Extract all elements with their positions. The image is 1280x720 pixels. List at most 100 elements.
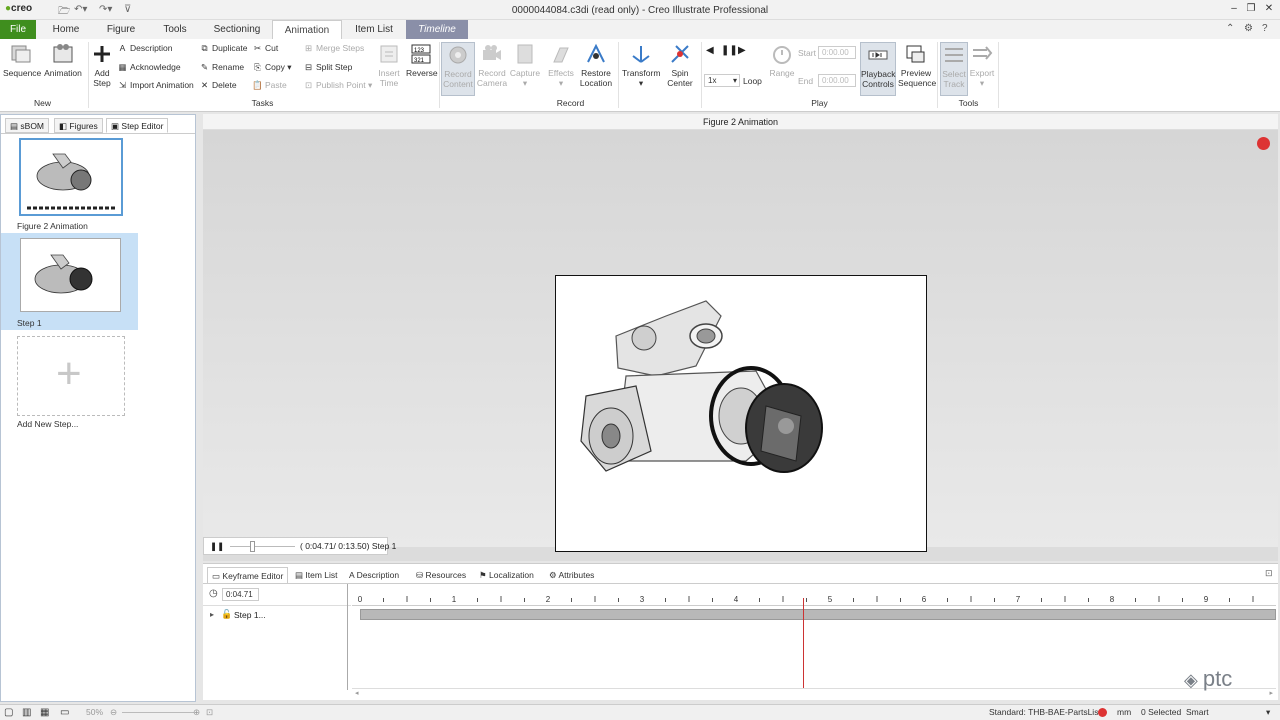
export-icon xyxy=(973,46,993,60)
playback-controls-button[interactable]: Playback Controls xyxy=(860,42,896,96)
time-ruler[interactable]: 0 1 2 3 4 5 6 7 8 9 xyxy=(352,584,1276,606)
tab-description[interactable]: A Description xyxy=(345,567,403,583)
add-step-button[interactable]: Add Step xyxy=(90,42,114,94)
selection-mode-dropdown-icon[interactable]: ▾ xyxy=(1266,705,1270,720)
paste-button[interactable]: 📋 Paste xyxy=(252,79,287,92)
fit-icon[interactable]: ⊡ xyxy=(206,705,213,720)
figure-preview-image xyxy=(27,153,115,210)
step-back-icon[interactable]: ◀ xyxy=(706,45,714,56)
preview-sequence-button[interactable]: Preview Sequence xyxy=(898,42,936,94)
layout-full-icon[interactable]: ▭ xyxy=(60,705,69,720)
rename-button[interactable]: ✎ Rename xyxy=(199,61,244,74)
tab-item-list-panel[interactable]: ▤ Item List xyxy=(291,567,342,583)
transform-button[interactable]: Transform ▾ xyxy=(622,42,660,94)
separator xyxy=(618,42,619,108)
speed-select[interactable]: 1x ▾ xyxy=(704,74,740,87)
delete-button[interactable]: ✕ Delete xyxy=(199,79,237,92)
publish-point-button[interactable]: ⊡ Publish Point ▾ xyxy=(303,79,372,92)
tab-sbom[interactable]: ▤ sBOM xyxy=(5,118,50,133)
effects-button[interactable]: Effects ▾ xyxy=(545,42,577,94)
acknowledge-icon: ▦ xyxy=(118,62,127,72)
loop-toggle[interactable]: Loop xyxy=(743,75,762,88)
standard-label[interactable]: Standard: THB-BAE-PartsList xyxy=(989,705,1101,720)
step-forward-icon[interactable]: ▶ xyxy=(738,45,746,56)
import-animation-button[interactable]: ⇲ Import Animation xyxy=(117,79,194,92)
tab-resources[interactable]: ⛁ Resources xyxy=(412,567,470,583)
restore-location-button[interactable]: Restore Location xyxy=(578,42,614,94)
sequence-button[interactable]: Sequence xyxy=(3,42,41,94)
ruler-tick-label: 8 xyxy=(1110,595,1115,604)
tab-keyframe-editor[interactable]: ▭ Keyframe Editor xyxy=(207,567,289,583)
record-content-button[interactable]: Record Content xyxy=(441,42,475,96)
end-time-input[interactable]: 0:00.00 xyxy=(818,74,856,87)
animation-button[interactable]: Animation xyxy=(42,42,84,94)
figure-thumbnail-item[interactable]: Figure 2 Animation xyxy=(17,136,125,234)
restore-icon[interactable]: ❐ xyxy=(1244,3,1258,14)
tab-attributes[interactable]: ⚙ Attributes xyxy=(545,567,598,583)
insert-time-button[interactable]: Insert Time xyxy=(374,42,404,94)
slider-thumb[interactable] xyxy=(250,541,255,552)
step-track-bar[interactable] xyxy=(360,609,1276,620)
export-button[interactable]: Export ▾ xyxy=(968,42,996,94)
duplicate-button[interactable]: ⧉ Duplicate xyxy=(199,42,247,55)
capture-button[interactable]: Capture ▾ xyxy=(509,42,541,94)
close-icon[interactable]: ✕ xyxy=(1262,3,1276,14)
start-time-input[interactable]: 0:00.00 xyxy=(818,46,856,59)
layout-split-icon[interactable]: ▥ xyxy=(22,705,31,720)
split-step-button[interactable]: ⊟ Split Step xyxy=(303,61,352,74)
zoom-slider[interactable] xyxy=(122,712,194,713)
playback-slider[interactable] xyxy=(230,546,295,547)
playback-controls-icon xyxy=(868,50,888,60)
tab-localization[interactable]: ⚑ Localization xyxy=(475,567,538,583)
restore-location-icon xyxy=(587,43,605,63)
selection-mode[interactable]: Smart xyxy=(1186,705,1209,720)
horizontal-scrollbar[interactable]: ◂ ▸ xyxy=(352,688,1276,698)
range-button[interactable]: Range xyxy=(768,42,796,94)
tab-animation[interactable]: Animation xyxy=(272,20,342,39)
record-camera-button[interactable]: Record Camera xyxy=(476,42,508,94)
lock-icon[interactable]: 🔓 xyxy=(221,609,232,620)
time-cursor[interactable] xyxy=(803,598,804,688)
cut-button[interactable]: ✂ Cut xyxy=(252,42,278,55)
acknowledge-button[interactable]: ▦ Acknowledge xyxy=(117,61,180,74)
tab-figures[interactable]: ◧ Figures xyxy=(54,118,103,133)
zoom-out-icon[interactable]: ⊖ xyxy=(110,705,117,720)
tab-timeline[interactable]: Timeline xyxy=(406,20,468,39)
maximize-panel-icon[interactable]: ⊡ xyxy=(1265,568,1273,579)
capture-label: Capture xyxy=(509,68,541,78)
reverse-button[interactable]: 123 321 Reverse xyxy=(406,42,438,94)
figure-sheet[interactable] xyxy=(555,275,927,552)
layout-single-icon[interactable]: ▢ xyxy=(4,705,13,720)
step-1-item[interactable]: Step 1 xyxy=(1,233,138,330)
settings-icon[interactable]: ⚙ xyxy=(1244,23,1253,34)
group-record-label: Record xyxy=(556,98,585,108)
range-label: Range xyxy=(769,68,795,78)
selection-count: 0 Selected xyxy=(1141,707,1182,717)
current-time-input[interactable]: 0:04.71 xyxy=(222,588,259,601)
add-new-step-item[interactable]: + Add New Step... xyxy=(17,333,125,433)
clock-icon: ◷ xyxy=(209,588,218,599)
expand-icon[interactable]: ▸ xyxy=(210,610,214,619)
copy-button[interactable]: ⎘ Copy ▾ xyxy=(252,61,291,74)
spin-center-button[interactable]: Spin Center xyxy=(663,42,697,94)
track-divider[interactable] xyxy=(347,584,348,690)
pause-button[interactable]: ❚❚ xyxy=(210,538,224,554)
minimize-icon[interactable]: – xyxy=(1227,3,1241,14)
help-icon[interactable]: ? xyxy=(1262,23,1268,34)
zoom-in-icon[interactable]: ⊕ xyxy=(193,705,200,720)
layout-quad-icon[interactable]: ▦ xyxy=(40,705,49,720)
units-label[interactable]: mm xyxy=(1117,705,1131,720)
tab-figure[interactable]: Figure xyxy=(100,20,142,39)
tab-tools[interactable]: Tools xyxy=(154,20,196,39)
tab-home[interactable]: Home xyxy=(44,20,88,39)
select-track-label: Select Track xyxy=(942,69,966,89)
collapse-ribbon-icon[interactable]: ⌃ xyxy=(1226,23,1234,34)
description-button[interactable]: A Description xyxy=(117,42,173,55)
tab-sectioning[interactable]: Sectioning xyxy=(208,20,266,39)
merge-steps-button[interactable]: ⊞ Merge Steps xyxy=(303,42,364,55)
tab-item-list[interactable]: Item List xyxy=(350,20,398,39)
tab-step-editor[interactable]: ▣ Step Editor xyxy=(106,118,169,133)
tab-file[interactable]: File xyxy=(0,20,36,39)
select-track-button[interactable]: Select Track xyxy=(940,42,968,96)
pause-icon[interactable]: ❚❚ xyxy=(721,45,738,56)
